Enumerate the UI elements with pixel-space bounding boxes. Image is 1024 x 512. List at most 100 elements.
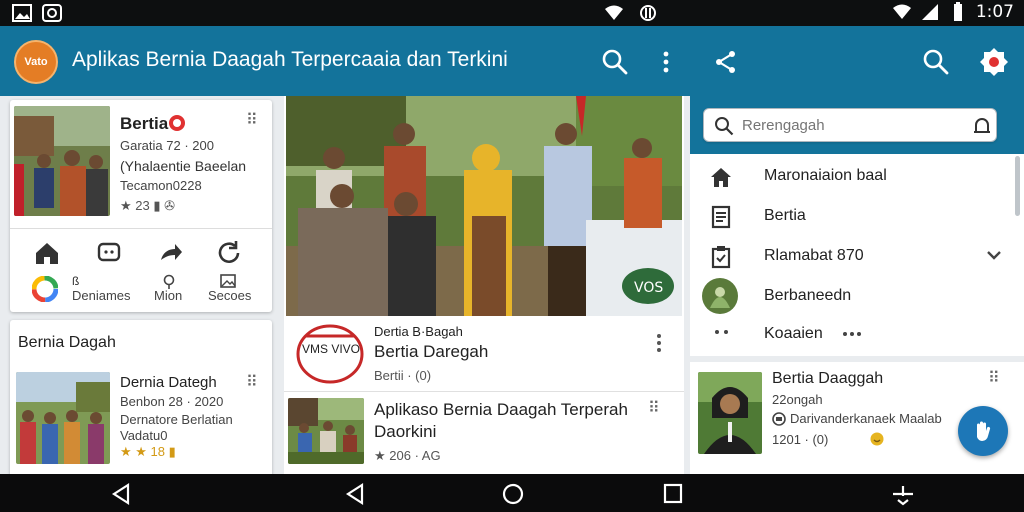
menu-item-home[interactable]: Maronaiaion baal [690, 156, 1010, 196]
app-logo[interactable]: Vato [14, 40, 58, 84]
divider [10, 228, 272, 229]
system-nav-bar [0, 474, 1024, 512]
share-icon[interactable] [156, 238, 186, 268]
menu-item-label: Koaaien [764, 325, 823, 342]
cellular-icon [921, 4, 938, 20]
whatsapp-icon [42, 4, 62, 22]
google-icon[interactable] [32, 276, 58, 302]
link-label[interactable]: Deniames [72, 288, 131, 303]
back-icon[interactable] [108, 482, 134, 506]
article-kicker: Dertia B·Bagah [374, 324, 463, 339]
menu-item-news[interactable]: Bertia [690, 196, 1010, 236]
article-thumbnail[interactable] [288, 398, 364, 464]
search-box[interactable] [703, 108, 997, 142]
more-icon[interactable]: ⠿ [988, 368, 1001, 388]
hand-icon [977, 421, 991, 442]
card-date: Garatia 72 · 200 [120, 138, 214, 153]
refresh-icon[interactable] [214, 238, 244, 268]
logo-text: Vato [24, 56, 48, 68]
status-time: 1:07 [975, 2, 1014, 22]
card-line: (Yhalaentie Baeelan [120, 158, 247, 174]
more-icon[interactable]: ⠿ [648, 398, 661, 418]
recents-icon[interactable] [660, 482, 686, 506]
card-date: Benbon 28 · 2020 [120, 394, 224, 409]
clipboard-icon [711, 246, 731, 269]
news-card[interactable]: Bertia ⠿ Garatia 72 · 200 (Yhalaentie Ba… [10, 100, 272, 312]
status-bar: 1:07 [0, 0, 1024, 26]
chevron-down-icon[interactable] [986, 248, 1002, 262]
hero-image[interactable]: VOS [286, 96, 682, 316]
link-label[interactable]: Secoes [208, 288, 251, 303]
vibrate-icon [640, 5, 656, 21]
featured-line: Darivanderkanaek Maalab [790, 411, 942, 426]
menu-item-label: Maronaiaion baal [764, 167, 887, 184]
middle-column: VOS VMS VIVO Dertia B·Bagah Bertia Dareg… [284, 96, 684, 476]
card-meta: ★ 23 ▮ ✇ [120, 198, 175, 213]
search-icon[interactable] [601, 48, 629, 76]
card-line: Tecamon0228 [120, 178, 202, 193]
ellipsis-icon[interactable] [842, 330, 862, 338]
home-circle-icon[interactable] [500, 482, 526, 506]
article-title: Bertia Daregah [374, 342, 489, 361]
menu-item-label: Berbaneedn [764, 287, 852, 304]
floating-action-button[interactable] [958, 406, 1008, 456]
scrollbar[interactable] [1015, 156, 1020, 216]
hero-badge: VOS [634, 280, 663, 296]
card-line: Vadatu0 [120, 428, 168, 443]
news-card[interactable]: Bernia Dagah Dernia Dategh ⠿ Benbon 28 ·… [10, 320, 272, 480]
ellipsis-icon [715, 330, 728, 334]
image-icon [12, 4, 32, 22]
chat-icon[interactable] [94, 238, 124, 268]
back-icon[interactable] [342, 482, 368, 506]
article-item[interactable]: VMS VIVO Dertia B·Bagah Bertia Daregah B… [284, 316, 684, 392]
app-bar: Vato Aplikas Bernia Daagah Terpercaaia d… [0, 26, 1024, 121]
share-icon[interactable] [712, 48, 740, 76]
menu-item-label: Bertia [764, 207, 806, 224]
menu-item-profile[interactable]: Berbaneedn [690, 276, 1010, 316]
info-icon [772, 412, 786, 426]
search-input[interactable] [742, 114, 972, 136]
microphone-icon[interactable] [972, 116, 992, 136]
more-icon[interactable]: ⠿ [246, 372, 259, 392]
search-icon[interactable] [922, 48, 950, 76]
home-icon[interactable] [32, 238, 62, 268]
more-vert-icon[interactable] [652, 48, 680, 76]
app-screen: 1:07 Vato Aplikas Bernia Daagah Terperca… [0, 0, 1024, 512]
keyboard-down-icon[interactable] [890, 482, 916, 506]
wifi-icon [892, 4, 911, 19]
menu-item-expandable[interactable]: Rlamabat 870 [690, 236, 1010, 276]
article-meta: Bertii · (0) [374, 368, 432, 383]
badge-icon [169, 115, 185, 131]
emoji-icon [870, 432, 884, 446]
news-logo-text: VMS VIVO [302, 342, 361, 356]
card-title: Bertia [120, 114, 169, 133]
notification-icon[interactable] [978, 46, 1010, 78]
article-item[interactable]: Aplikaso Bernia Daagah Terperah Daorkini… [284, 392, 684, 476]
card-title: Dernia Dategh [120, 374, 217, 391]
avatar-icon [702, 278, 738, 314]
battery-icon [953, 2, 962, 21]
article-icon [711, 205, 731, 229]
featured-line: 22ongah [772, 392, 823, 407]
home-icon [711, 168, 731, 187]
card-line: Dernatore Berlatian [120, 412, 233, 427]
app-title: Aplikas Bernia Daagah Terpercaaia dan Te… [72, 48, 508, 71]
news-thumbnail[interactable] [14, 106, 110, 216]
more-icon[interactable]: ⠿ [246, 110, 259, 130]
article-title: Aplikaso Bernia Daagah Terperah [374, 400, 628, 419]
menu-item-label: Rlamabat 870 [764, 247, 864, 264]
featured-title: Bertia Daaggah [772, 370, 884, 387]
search-icon [715, 117, 734, 136]
news-thumbnail[interactable] [16, 372, 110, 464]
article-title-cont: Daorkini [374, 422, 437, 441]
menu-item-more[interactable]: Koaaien [690, 314, 1010, 354]
article-meta: ★ 206 · AG [374, 448, 441, 463]
featured-thumbnail[interactable] [698, 372, 762, 454]
more-vert-icon[interactable] [652, 332, 666, 354]
wifi-icon [605, 5, 623, 20]
left-column: Bertia ⠿ Garatia 72 · 200 (Yhalaentie Ba… [0, 96, 282, 480]
section-title: Bernia Dagah [18, 334, 116, 351]
card-meta: ★ ★ 18 ▮ [120, 444, 176, 459]
featured-meta: 1201 · (0) [772, 432, 829, 447]
link-label[interactable]: Mion [154, 288, 182, 303]
